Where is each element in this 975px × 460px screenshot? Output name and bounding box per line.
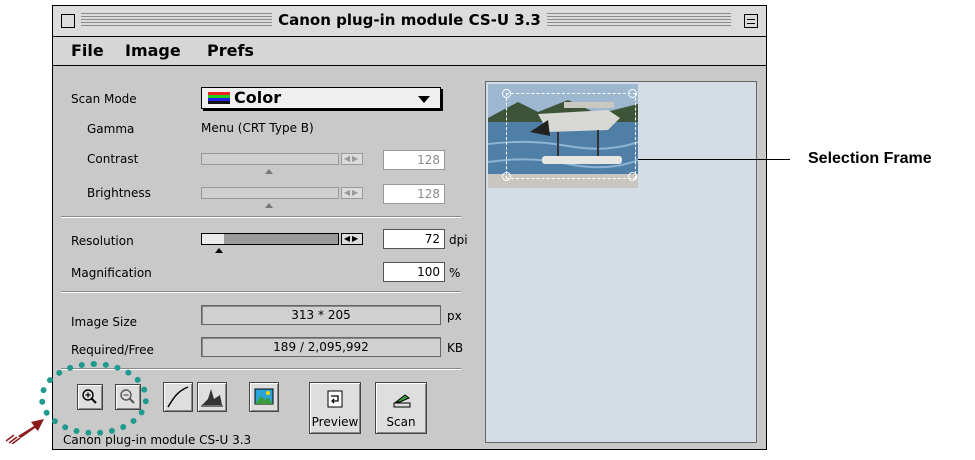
divider: [61, 291, 461, 293]
histogram-icon: [201, 389, 223, 407]
scan-mode-popup[interactable]: Color: [201, 87, 441, 109]
scan-mode-value: Color: [234, 88, 282, 107]
scan-button[interactable]: Scan: [375, 382, 427, 434]
scan-icon: [393, 394, 411, 408]
tone-curve-icon: [167, 386, 189, 408]
image-adjust-button[interactable]: [249, 382, 279, 412]
selection-handle[interactable]: [502, 89, 511, 98]
contrast-label: Contrast: [87, 152, 139, 166]
resolution-thumb[interactable]: [215, 248, 223, 253]
preview-icon: [327, 390, 343, 408]
selection-frame[interactable]: [506, 93, 636, 179]
scan-mode-label: Scan Mode: [71, 92, 137, 106]
required-free-unit: KB: [447, 341, 464, 355]
magnification-field[interactable]: 100: [383, 262, 445, 282]
menu-file[interactable]: File: [71, 41, 104, 60]
selection-handle[interactable]: [628, 172, 637, 181]
color-swatch-icon: [208, 92, 230, 104]
preview-button[interactable]: Preview: [309, 382, 361, 434]
menu-bar: File Image Prefs: [53, 37, 766, 66]
magnification-label: Magnification: [71, 266, 152, 280]
gamma-value[interactable]: Menu (CRT Type B): [201, 121, 314, 135]
resolution-unit: dpi: [449, 233, 468, 247]
required-free-label: Required/Free: [71, 343, 154, 357]
magnification-unit: %: [449, 266, 461, 280]
brightness-label: Brightness: [87, 186, 151, 200]
selection-handle[interactable]: [502, 172, 511, 181]
brightness-thumb[interactable]: [265, 203, 273, 208]
brightness-arrows[interactable]: ◀▶: [341, 187, 363, 199]
callout-label: Selection Frame: [808, 150, 932, 167]
image-adjust-icon: [254, 388, 274, 405]
brightness-slider[interactable]: [201, 187, 339, 199]
tone-curve-button[interactable]: [163, 382, 193, 412]
callout-line: [638, 159, 790, 160]
resolution-slider[interactable]: [201, 233, 339, 245]
pointer-arrow-icon: [5, 419, 44, 444]
resolution-arrows[interactable]: ◀▶: [341, 233, 363, 245]
resolution-field[interactable]: 72: [383, 229, 445, 249]
image-size-label: Image Size: [71, 315, 138, 329]
title-bar[interactable]: Canon plug-in module CS-U 3.3: [53, 6, 766, 37]
plugin-window: Canon plug-in module CS-U 3.3 File Image…: [52, 5, 767, 450]
histogram-button[interactable]: [197, 382, 227, 412]
image-size-unit: px: [447, 309, 462, 323]
contrast-arrows[interactable]: ◀▶: [341, 153, 363, 165]
selection-handle[interactable]: [628, 89, 637, 98]
zoom-highlight-circle: [39, 361, 149, 436]
image-size-value: 313 * 205: [201, 305, 441, 325]
brightness-field[interactable]: 128: [383, 184, 445, 204]
gamma-label: Gamma: [87, 122, 135, 136]
menu-image[interactable]: Image: [125, 41, 181, 60]
contrast-slider[interactable]: [201, 153, 339, 165]
chevron-down-icon: [418, 96, 430, 103]
menu-prefs[interactable]: Prefs: [207, 41, 254, 60]
window-title: Canon plug-in module CS-U 3.3: [272, 11, 547, 29]
preview-image: [488, 84, 638, 188]
contrast-thumb[interactable]: [265, 169, 273, 174]
zoom-box[interactable]: [744, 14, 758, 28]
contrast-field[interactable]: 128: [383, 150, 445, 170]
divider: [61, 216, 461, 218]
scan-button-label: Scan: [386, 415, 416, 429]
resolution-fill: [202, 234, 224, 244]
resolution-label: Resolution: [71, 234, 134, 248]
preview-area[interactable]: [485, 81, 757, 443]
preview-button-label: Preview: [311, 415, 359, 429]
required-free-value: 189 / 2,095,992: [201, 337, 441, 357]
